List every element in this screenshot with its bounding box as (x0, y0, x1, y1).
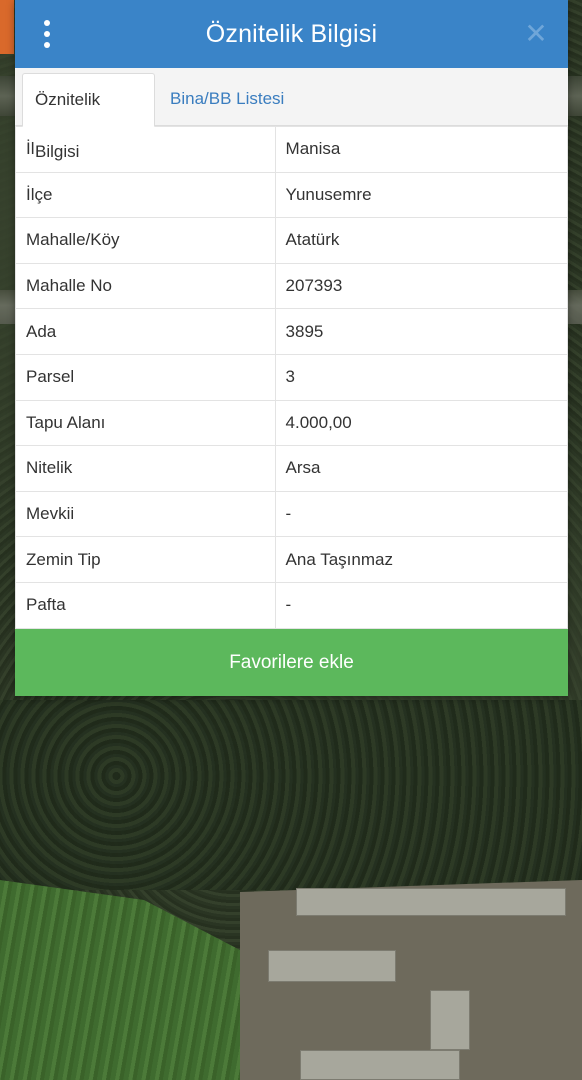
map-field (0, 880, 240, 1080)
close-icon[interactable]: ✕ (522, 20, 550, 48)
map-building (296, 888, 566, 916)
add-to-favorites-button[interactable]: Favorilere ekle (15, 629, 568, 696)
tab-bar: Öznitelik Bilgisi Bina/BB Listesi (15, 68, 568, 161)
table-row: İl Manisa (15, 126, 569, 173)
map-trees (0, 700, 582, 890)
table-row: Ada 3895 (15, 308, 569, 355)
table-row: Zemin Tip Ana Taşınmaz (15, 536, 569, 583)
attribute-value: Atatürk (274, 217, 569, 264)
table-row: Parsel 3 (15, 353, 569, 401)
attribute-key: Pafta (15, 581, 276, 629)
attribute-dialog: Öznitelik Bilgisi ✕ Öznitelik Bilgisi Bi… (15, 0, 569, 696)
attribute-value: 207393 (274, 262, 569, 310)
attribute-value: 3 (274, 353, 569, 401)
attribute-key: İlçe (15, 171, 276, 219)
dialog-header: Öznitelik Bilgisi ✕ (15, 0, 568, 68)
attribute-value: Yunusemre (274, 171, 569, 219)
attribute-value: - (274, 581, 569, 629)
attribute-key: Mahalle/Köy (15, 217, 276, 264)
table-row: Tapu Alanı 4.000,00 (15, 399, 569, 447)
attribute-key: Mahalle No (15, 262, 276, 310)
attribute-key: Parsel (15, 353, 276, 401)
table-row: Mahalle No 207393 (15, 262, 569, 310)
attribute-value: - (274, 490, 569, 538)
attribute-key: Mevkii (15, 490, 276, 538)
attribute-key: Tapu Alanı (15, 399, 276, 447)
attribute-value: Arsa (274, 445, 569, 492)
table-row: Nitelik Arsa (15, 445, 569, 492)
attribute-table: İl Manisa İlçe Yunusemre Mahalle/Köy Ata… (15, 126, 569, 629)
map-building (300, 1050, 460, 1080)
map-building (430, 990, 470, 1050)
attribute-key: Zemin Tip (15, 536, 276, 583)
table-row: Mevkii - (15, 490, 569, 538)
vertical-dots-icon[interactable] (37, 20, 57, 48)
table-row: İlçe Yunusemre (15, 171, 569, 219)
attribute-key: Nitelik (15, 445, 276, 492)
map-edge-marker (0, 0, 14, 54)
tab-oznitelik-bilgisi[interactable]: Öznitelik Bilgisi (22, 73, 155, 161)
tab-bina-bb-listesi[interactable]: Bina/BB Listesi (158, 73, 296, 127)
map-building (268, 950, 396, 982)
table-row: Mahalle/Köy Atatürk (15, 217, 569, 264)
attribute-value: 3895 (274, 308, 569, 355)
attribute-value: Manisa (274, 126, 569, 173)
attribute-value: Ana Taşınmaz (274, 536, 569, 583)
table-row: Pafta - (15, 581, 569, 629)
attribute-key: Ada (15, 308, 276, 355)
attribute-value: 4.000,00 (274, 399, 569, 447)
dialog-title: Öznitelik Bilgisi (205, 19, 378, 48)
